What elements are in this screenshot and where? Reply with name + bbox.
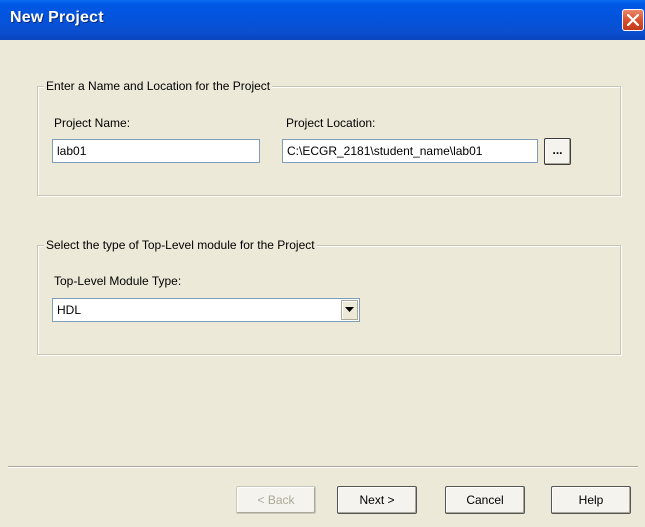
title-bar[interactable]: New Project xyxy=(0,0,645,40)
next-button[interactable]: Next > xyxy=(337,486,417,514)
browse-button[interactable]: ... xyxy=(544,138,571,165)
project-name-input[interactable]: lab01 xyxy=(52,139,260,163)
back-button[interactable]: < Back xyxy=(236,486,316,514)
cancel-button[interactable]: Cancel xyxy=(445,486,525,514)
new-project-dialog: New Project Enter a Name and Location fo… xyxy=(0,0,645,527)
project-location-input[interactable]: C:\ECGR_2181\student_name\lab01 xyxy=(282,139,538,163)
chevron-down-icon xyxy=(345,307,354,312)
project-location-label: Project Location: xyxy=(286,116,376,130)
dropdown-button[interactable] xyxy=(341,300,358,320)
module-type-legend: Select the type of Top-Level module for … xyxy=(44,238,317,252)
module-type-value: HDL xyxy=(57,303,82,317)
project-name-label: Project Name: xyxy=(54,116,131,130)
name-location-legend: Enter a Name and Location for the Projec… xyxy=(44,79,273,93)
footer-separator xyxy=(8,466,638,468)
dialog-title: New Project xyxy=(10,9,104,26)
close-button[interactable] xyxy=(622,9,644,31)
module-type-label: Top-Level Module Type: xyxy=(54,274,182,288)
close-icon xyxy=(627,14,639,26)
help-button[interactable]: Help xyxy=(551,486,631,514)
module-type-select[interactable]: HDL xyxy=(52,298,360,322)
